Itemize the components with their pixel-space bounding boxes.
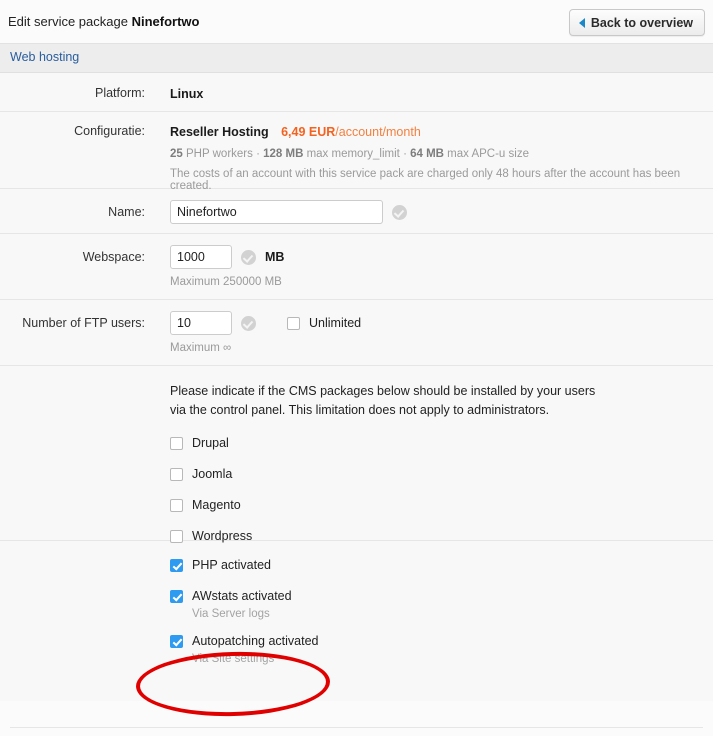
configuratie-price: 6,49 EUR [281, 125, 336, 139]
platform-value: Linux [170, 87, 204, 101]
spec-workers-text: PHP workers · [182, 148, 264, 160]
cms-item-drupal[interactable]: Drupal [170, 436, 703, 450]
feature-awstats[interactable]: AWstats activated [170, 589, 703, 603]
back-to-overview-label: Back to overview [590, 15, 693, 30]
configuratie-price-suffix: /account/month [335, 125, 421, 139]
tab-web-hosting[interactable]: Web hosting [10, 50, 79, 64]
check-circle-icon [241, 249, 256, 265]
configuratie-plan: Reseller Hosting [170, 125, 269, 139]
cms-item-joomla[interactable]: Joomla [170, 467, 703, 481]
spec-apc-text: max APC-u size [443, 148, 529, 160]
cms-item-magento[interactable]: Magento [170, 498, 703, 512]
page-title-prefix: Edit service package [8, 14, 132, 29]
php-activated-label: PHP activated [192, 558, 271, 572]
drupal-checkbox[interactable] [170, 436, 183, 450]
autopatching-activated-checkbox[interactable] [170, 634, 183, 648]
spec-workers-value: 25 [170, 148, 183, 160]
autopatching-activated-label: Autopatching activated [192, 634, 319, 648]
unlimited-label: Unlimited [309, 316, 362, 330]
webspace-unit: MB [265, 250, 285, 264]
configuratie-plan-line: Reseller Hosting 6,49 EUR/account/month [170, 123, 703, 141]
row-webspace: Webspace: MB Maximum 250000 MB [0, 234, 713, 300]
magento-label: Magento [192, 498, 241, 512]
feature-php[interactable]: PHP activated [170, 558, 703, 572]
magento-checkbox[interactable] [170, 498, 183, 512]
webspace-maximum: Maximum 250000 MB [170, 276, 282, 288]
ftp-users-label: Number of FTP users: [22, 316, 145, 330]
ftp-users-maximum: Maximum ∞ [170, 342, 232, 354]
configuratie-label: Configuratie: [74, 124, 145, 138]
webspace-label: Webspace: [82, 250, 145, 264]
spec-apc-value: 64 MB [410, 148, 444, 160]
bottom-divider [10, 727, 703, 728]
joomla-label: Joomla [192, 467, 233, 481]
awstats-activated-label: AWstats activated [192, 589, 292, 603]
autopatching-note: Via Site settings [192, 653, 275, 665]
back-to-overview-button[interactable]: Back to overview [568, 9, 705, 36]
page-title: Edit service package Ninefortwo [8, 14, 199, 29]
row-platform: Platform: Linux [0, 73, 713, 112]
page-title-package: Ninefortwo [131, 14, 200, 29]
row-name: Name: [0, 189, 713, 234]
form-body: Platform: Linux Configuratie: Reseller H… [0, 73, 713, 701]
tab-bar: Web hosting [0, 44, 713, 73]
cms-intro-line-1: Please indicate if the CMS packages belo… [170, 384, 596, 398]
spec-memory-value: 128 MB [263, 148, 304, 160]
awstats-note: Via Server logs [192, 608, 270, 620]
triangle-left-icon [578, 17, 585, 28]
name-input[interactable] [170, 200, 383, 224]
row-features: PHP activated AWstats activated Via Serv… [0, 541, 713, 701]
cms-intro-line-2: via the control panel. This limitation d… [170, 403, 550, 417]
php-activated-checkbox[interactable] [170, 558, 183, 572]
drupal-label: Drupal [192, 436, 229, 450]
feature-autopatching[interactable]: Autopatching activated [170, 634, 703, 648]
webspace-input[interactable] [170, 245, 232, 269]
joomla-checkbox[interactable] [170, 467, 183, 481]
ftp-users-input[interactable] [170, 311, 232, 335]
check-circle-icon [241, 315, 256, 331]
title-bar: Edit service package Ninefortwo Back to … [0, 0, 713, 44]
row-ftp-users: Number of FTP users: Unlimited Maximum ∞ [0, 300, 713, 366]
edit-service-package-page: Edit service package Ninefortwo Back to … [0, 0, 713, 736]
spec-memory-text: max memory_limit · [303, 148, 411, 160]
awstats-activated-checkbox[interactable] [170, 589, 183, 603]
platform-label: Platform: [94, 86, 145, 100]
configuratie-specs: 25 PHP workers · 128 MB max memory_limit… [170, 148, 703, 160]
check-circle-icon [392, 204, 407, 220]
row-cms-packages: Please indicate if the CMS packages belo… [0, 366, 713, 543]
name-label: Name: [108, 205, 145, 219]
unlimited-checkbox[interactable] [287, 316, 300, 330]
row-configuratie: Configuratie: Reseller Hosting 6,49 EUR/… [0, 112, 713, 192]
